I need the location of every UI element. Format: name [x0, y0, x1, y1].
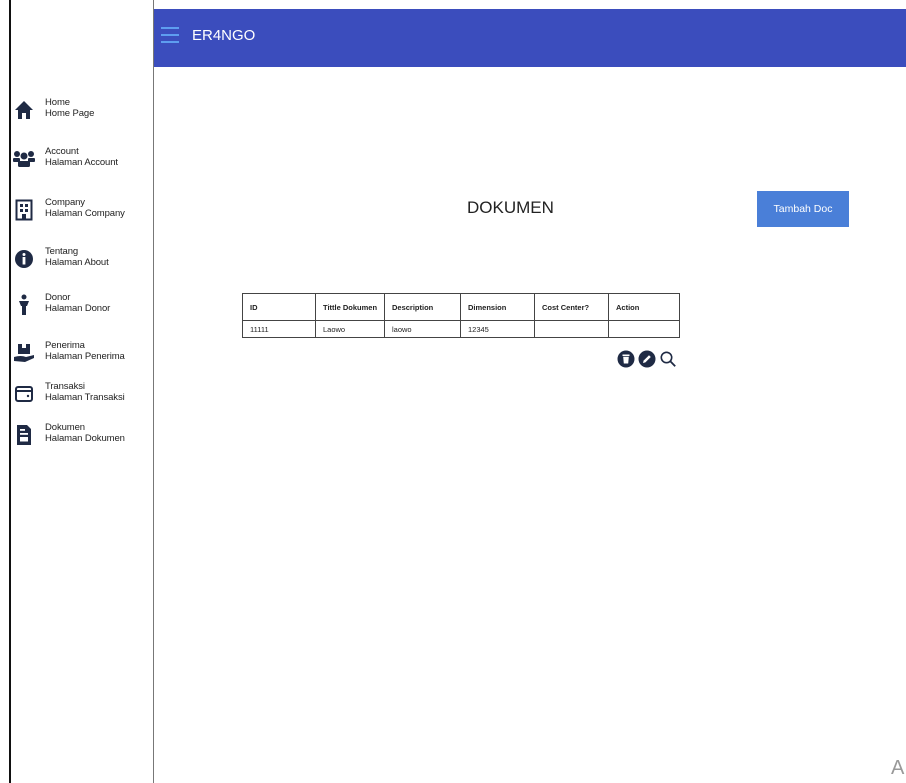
wallet-icon — [11, 383, 37, 405]
column-header-description: Description — [384, 293, 461, 321]
cell-dimension: 12345 — [460, 320, 535, 338]
sidebar-item-title: Donor — [45, 292, 71, 303]
sidebar-item-transaksi[interactable]: Transaksi Halaman Transaksi — [11, 381, 125, 405]
sidebar-item-subtitle: Halaman Donor — [45, 303, 111, 314]
cell-description: laowo — [384, 320, 461, 338]
cell-title: Laowo — [315, 320, 385, 338]
table-header-row: ID Tittle Dokumen Description Dimension … — [242, 293, 680, 321]
app-title: ER4NGO — [192, 27, 256, 44]
sidebar-item-title: Transaksi — [45, 381, 85, 392]
sidebar-item-penerima[interactable]: Penerima Halaman Penerima — [11, 340, 125, 364]
cell-cost-center — [534, 320, 609, 338]
users-icon — [11, 148, 37, 170]
sidebar-item-title: Dokumen — [45, 422, 85, 433]
column-header-dimension: Dimension — [460, 293, 535, 321]
sidebar-item-company[interactable]: Company Halaman Company — [11, 197, 125, 221]
page-title: DOKUMEN — [467, 198, 554, 217]
column-header-id: ID — [242, 293, 316, 321]
home-icon — [11, 99, 37, 121]
column-header-title: Tittle Dokumen — [315, 293, 385, 321]
sidebar-item-tentang[interactable]: Tentang Halaman About — [11, 246, 109, 270]
sidebar-item-subtitle: Halaman Account — [45, 157, 118, 168]
sidebar-item-subtitle: Halaman Transaksi — [45, 392, 125, 403]
sidebar-item-subtitle: Halaman Penerima — [45, 351, 125, 362]
search-icon[interactable] — [659, 350, 677, 368]
documents-table: ID Tittle Dokumen Description Dimension … — [242, 293, 680, 338]
app-bar: ER4NGO — [154, 9, 906, 67]
edit-icon[interactable] — [638, 350, 656, 368]
sidebar-item-title: Penerima — [45, 340, 85, 351]
donor-person-icon — [11, 294, 37, 316]
sidebar-item-title: Tentang — [45, 246, 79, 257]
building-icon — [11, 199, 37, 221]
sidebar-item-home[interactable]: Home Home Page — [11, 97, 94, 121]
sidebar-item-subtitle: Halaman Dokumen — [45, 433, 125, 444]
column-header-action: Action — [608, 293, 680, 321]
sidebar-item-subtitle: Halaman About — [45, 257, 109, 268]
sidebar-item-title: Home — [45, 97, 70, 108]
sidebar-item-subtitle: Halaman Company — [45, 208, 125, 219]
sidebar-item-dokumen[interactable]: Dokumen Halaman Dokumen — [11, 422, 125, 446]
sidebar-item-account[interactable]: Account Halaman Account — [11, 146, 118, 170]
add-document-button[interactable]: Tambah Doc — [757, 191, 849, 227]
sidebar-item-donor[interactable]: Donor Halaman Donor — [11, 292, 110, 316]
cell-action — [608, 320, 680, 338]
sidebar-item-title: Company — [45, 197, 85, 208]
column-header-cost-center: Cost Center? — [534, 293, 609, 321]
sidebar-item-subtitle: Home Page — [45, 108, 95, 119]
trash-icon[interactable] — [617, 350, 635, 368]
hand-box-icon — [11, 342, 37, 364]
watermark-letter: A — [891, 757, 905, 779]
sidebar-item-title: Account — [45, 146, 79, 157]
cell-id: 11111 — [242, 320, 316, 338]
row-actions — [617, 350, 680, 368]
document-icon — [11, 424, 37, 446]
info-icon — [11, 248, 37, 270]
menu-icon[interactable] — [161, 27, 179, 45]
sidebar: Home Home Page Account Halaman Account Com… — [11, 0, 154, 783]
table-row[interactable]: 11111 Laowo laowo 12345 — [242, 320, 680, 338]
